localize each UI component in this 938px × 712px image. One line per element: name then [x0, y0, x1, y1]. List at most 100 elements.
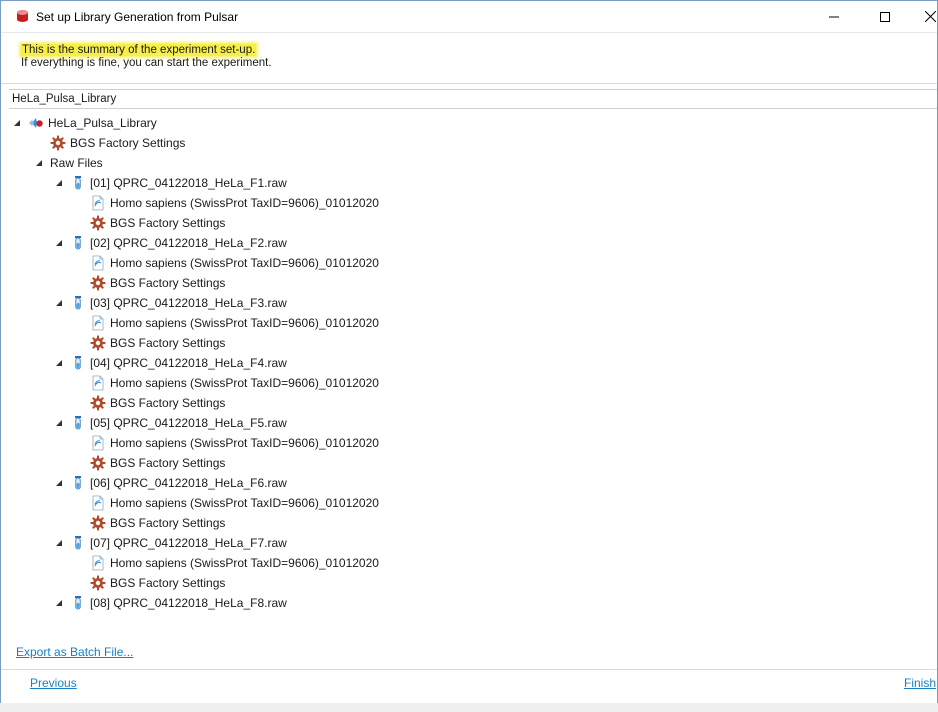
tree-node-settings[interactable]: BGS Factory Settings [90, 393, 225, 413]
summary-text: This is the summary of the experiment se… [21, 44, 257, 56]
maximize-button[interactable] [862, 1, 908, 32]
collapse-triangle-icon[interactable] [12, 118, 22, 128]
collapse-triangle-icon[interactable] [34, 158, 44, 168]
gear-icon [90, 515, 106, 531]
collapse-triangle-icon[interactable] [54, 178, 64, 188]
tree-node-label: Homo sapiens (SwissProt TaxID=9606)_0101… [110, 196, 379, 210]
tree-node-label: BGS Factory Settings [110, 216, 226, 230]
vial-icon [70, 475, 86, 491]
tree-node-label: [02] QPRC_04122018_HeLa_F2.raw [90, 236, 287, 250]
gear-icon [90, 335, 106, 351]
vial-icon [70, 235, 86, 251]
tree-node-label: Raw Files [50, 156, 103, 170]
tree-node-raw-file[interactable]: [07] QPRC_04122018_HeLa_F7.raw [54, 533, 287, 553]
gear-icon [90, 215, 106, 231]
tree-node-raw-file[interactable]: [08] QPRC_04122018_HeLa_F8.raw [54, 593, 287, 613]
fasta-database-icon [90, 195, 106, 211]
tree-node-label: BGS Factory Settings [110, 576, 226, 590]
tree-node-settings[interactable]: BGS Factory Settings [90, 273, 225, 293]
tree-node-raw-file[interactable]: [04] QPRC_04122018_HeLa_F4.raw [54, 353, 287, 373]
gear-icon [90, 275, 106, 291]
vial-icon [70, 175, 86, 191]
previous-link[interactable]: Previous [30, 676, 77, 690]
fasta-database-icon [90, 435, 106, 451]
tree-node-raw-files[interactable]: Raw Files [34, 153, 103, 173]
tree-node-label: Homo sapiens (SwissProt TaxID=9606)_0101… [110, 436, 379, 450]
tree-node-settings[interactable]: BGS Factory Settings [90, 453, 225, 473]
collapse-triangle-icon[interactable] [54, 358, 64, 368]
tree-node-label: HeLa_Pulsa_Library [48, 116, 157, 130]
fasta-database-icon [90, 255, 106, 271]
fasta-database-icon [90, 375, 106, 391]
collapse-triangle-icon[interactable] [54, 418, 64, 428]
tree-node-raw-file[interactable]: [05] QPRC_04122018_HeLa_F5.raw [54, 413, 287, 433]
tree-node-library[interactable]: HeLa_Pulsa_Library [12, 113, 157, 133]
vial-icon [70, 535, 86, 551]
vial-icon [70, 415, 86, 431]
tree-node-label: Homo sapiens (SwissProt TaxID=9606)_0101… [110, 256, 379, 270]
tree-node-label: [08] QPRC_04122018_HeLa_F8.raw [90, 596, 287, 610]
collapse-triangle-icon[interactable] [54, 478, 64, 488]
tree-node-label: Homo sapiens (SwissProt TaxID=9606)_0101… [110, 316, 379, 330]
tree-node-database[interactable]: Homo sapiens (SwissProt TaxID=9606)_0101… [90, 313, 379, 333]
tree-node-label: [07] QPRC_04122018_HeLa_F7.raw [90, 536, 287, 550]
tree-node-database[interactable]: Homo sapiens (SwissProt TaxID=9606)_0101… [90, 553, 379, 573]
fasta-database-icon [90, 555, 106, 571]
maximize-icon [880, 11, 890, 22]
tree-node-raw-file[interactable]: [06] QPRC_04122018_HeLa_F6.raw [54, 473, 287, 493]
tree-node-settings[interactable]: BGS Factory Settings [90, 333, 225, 353]
tree-node-database[interactable]: Homo sapiens (SwissProt TaxID=9606)_0101… [90, 253, 379, 273]
tree-node-database[interactable]: Homo sapiens (SwissProt TaxID=9606)_0101… [90, 193, 379, 213]
vial-icon [70, 355, 86, 371]
background-strip [0, 703, 938, 712]
collapse-triangle-icon[interactable] [54, 238, 64, 248]
library-name-value: HeLa_Pulsa_Library [12, 93, 117, 105]
fasta-database-icon [90, 315, 106, 331]
tree-node-database[interactable]: Homo sapiens (SwissProt TaxID=9606)_0101… [90, 373, 379, 393]
export-batch-link[interactable]: Export as Batch File... [16, 645, 133, 659]
tree-node-label: [06] QPRC_04122018_HeLa_F6.raw [90, 476, 287, 490]
spectral-library-icon [28, 115, 44, 131]
gear-icon [90, 395, 106, 411]
close-button[interactable] [907, 1, 937, 32]
finish-link[interactable]: Finish [904, 676, 936, 690]
gear-icon [90, 575, 106, 591]
gear-icon [90, 455, 106, 471]
tree-node-settings[interactable]: BGS Factory Settings [90, 573, 225, 593]
gear-icon [50, 135, 66, 151]
tree-node-database[interactable]: Homo sapiens (SwissProt TaxID=9606)_0101… [90, 493, 379, 513]
window-title: Set up Library Generation from Pulsar [36, 10, 239, 24]
vial-icon [70, 595, 86, 611]
minimize-icon [829, 16, 839, 17]
tree-node-label: Homo sapiens (SwissProt TaxID=9606)_0101… [110, 496, 379, 510]
tree-node-label: Homo sapiens (SwissProt TaxID=9606)_0101… [110, 556, 379, 570]
minimize-button[interactable] [811, 1, 857, 32]
title-bar: Set up Library Generation from Pulsar [1, 1, 937, 32]
fasta-database-icon [90, 495, 106, 511]
tree-node-settings[interactable]: BGS Factory Settings [90, 213, 225, 233]
tree-node-label: BGS Factory Settings [70, 136, 186, 150]
tree-node-label: BGS Factory Settings [110, 516, 226, 530]
tree-node-root-settings[interactable]: BGS Factory Settings [50, 133, 185, 153]
divider [1, 669, 937, 670]
tree-node-database[interactable]: Homo sapiens (SwissProt TaxID=9606)_0101… [90, 433, 379, 453]
library-name-field: HeLa_Pulsa_Library [9, 89, 937, 109]
tree-node-label: BGS Factory Settings [110, 276, 226, 290]
tree-node-label: [01] QPRC_04122018_HeLa_F1.raw [90, 176, 287, 190]
tree-node-label: [03] QPRC_04122018_HeLa_F3.raw [90, 296, 287, 310]
collapse-triangle-icon[interactable] [54, 298, 64, 308]
experiment-tree: HeLa_Pulsa_Library BGS Factory Settings [9, 113, 935, 633]
dialog-window: Set up Library Generation from Pulsar Th… [0, 0, 938, 704]
close-icon [924, 11, 936, 22]
tree-node-label: [04] QPRC_04122018_HeLa_F4.raw [90, 356, 287, 370]
divider [1, 83, 937, 84]
tree-node-raw-file[interactable]: [02] QPRC_04122018_HeLa_F2.raw [54, 233, 287, 253]
vial-icon [70, 295, 86, 311]
app-logo-icon [17, 10, 28, 22]
collapse-triangle-icon[interactable] [54, 598, 64, 608]
summary-header: This is the summary of the experiment se… [1, 32, 937, 83]
tree-node-settings[interactable]: BGS Factory Settings [90, 513, 225, 533]
tree-node-raw-file[interactable]: [03] QPRC_04122018_HeLa_F3.raw [54, 293, 287, 313]
collapse-triangle-icon[interactable] [54, 538, 64, 548]
tree-node-raw-file[interactable]: [01] QPRC_04122018_HeLa_F1.raw [54, 173, 287, 193]
